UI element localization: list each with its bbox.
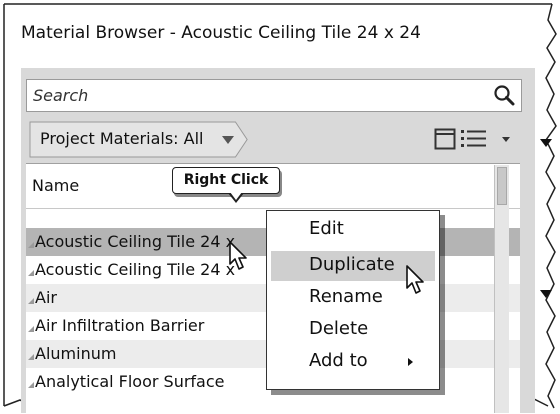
- menu-item-label: Delete: [309, 318, 369, 339]
- list-item-label: Acoustic Ceiling Tile 24 x: [35, 260, 236, 279]
- material-swatch-icon: [28, 270, 34, 276]
- view-dropdown-arrow-icon[interactable]: [502, 137, 510, 142]
- window-title: Material Browser - Acoustic Ceiling Tile…: [21, 23, 421, 43]
- menu-item-label: Edit: [309, 218, 344, 239]
- screenshot-frame: Material Browser - Acoustic Ceiling Tile…: [0, 0, 560, 414]
- list-item-label: Aluminum: [35, 344, 117, 363]
- filter-label: Project Materials: All: [40, 129, 204, 148]
- list-scrollbar[interactable]: [494, 165, 509, 413]
- menu-item-label: Rename: [309, 286, 383, 307]
- list-view-icon[interactable]: [460, 128, 490, 150]
- menu-item-edit[interactable]: Edit: [267, 215, 439, 245]
- list-item-label: Air: [35, 288, 57, 307]
- search-icon[interactable]: [493, 84, 515, 106]
- menu-item-delete[interactable]: Delete: [267, 315, 439, 345]
- scrollbar-thumb[interactable]: [497, 167, 507, 205]
- list-item-label: Acoustic Ceiling Tile 24 x: [35, 232, 236, 251]
- menu-item-label: Add to: [309, 350, 368, 371]
- material-swatch-icon: [28, 382, 34, 388]
- list-item-label: Analytical Floor Surface: [35, 372, 225, 391]
- library-toolbar: Project Materials: All: [26, 120, 522, 160]
- menu-item-add-to[interactable]: Add to: [267, 347, 439, 377]
- column-header-label: Name: [32, 176, 80, 195]
- search-placeholder: Search: [33, 86, 89, 105]
- material-swatch-icon: [28, 242, 34, 248]
- side-collapse-arrow-icon[interactable]: [540, 139, 552, 147]
- material-swatch-icon: [28, 354, 34, 360]
- context-menu: Edit Duplicate Rename Delete Add to: [266, 210, 440, 390]
- filter-dropdown[interactable]: Project Materials: All: [26, 120, 250, 158]
- search-input[interactable]: Search: [26, 79, 522, 112]
- mouse-cursor-icon: [229, 241, 247, 270]
- list-item-label: Air Infiltration Barrier: [35, 316, 205, 335]
- right-click-callout: Right Click: [172, 167, 280, 203]
- material-swatch-icon: [28, 298, 34, 304]
- menu-item-label: Duplicate: [309, 254, 395, 275]
- material-swatch-icon: [28, 326, 34, 332]
- submenu-arrow-icon: [408, 358, 413, 366]
- panel-view-icon[interactable]: [434, 128, 456, 150]
- mouse-cursor-icon: [406, 265, 424, 294]
- side-collapse-arrow-icon[interactable]: [540, 290, 552, 298]
- dropdown-triangle-icon: [222, 136, 234, 144]
